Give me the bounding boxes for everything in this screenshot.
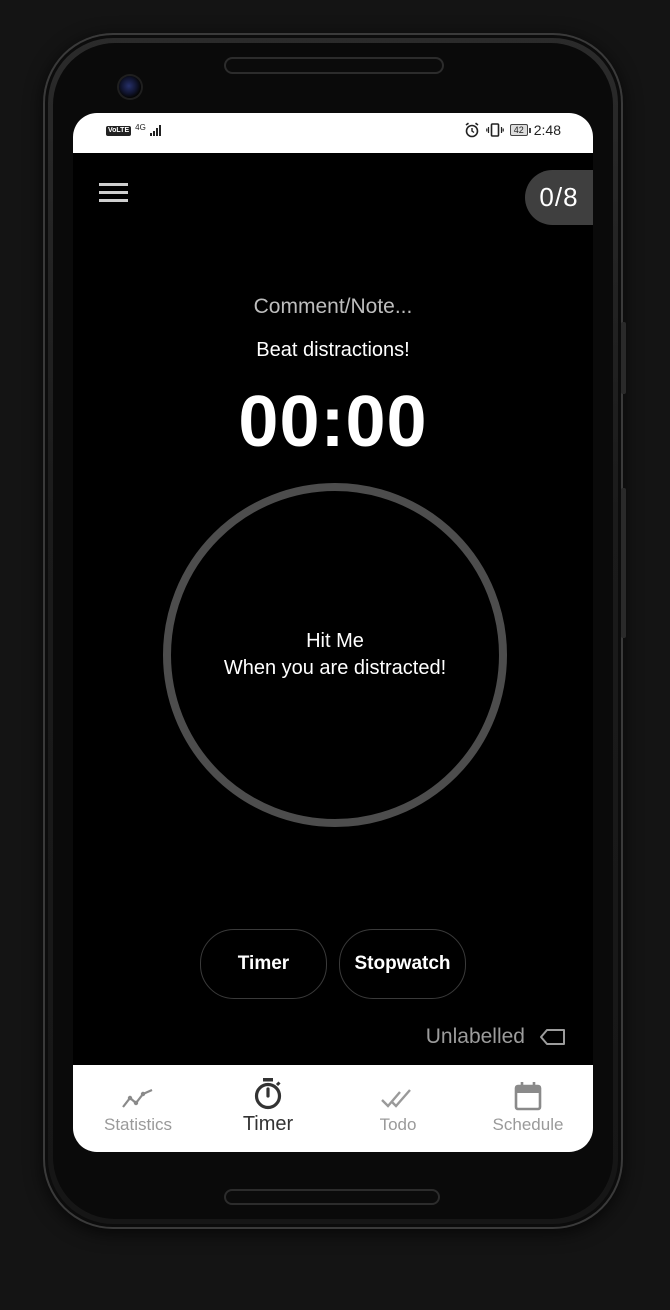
double-check-icon — [381, 1089, 411, 1108]
trend-line-icon — [122, 1088, 153, 1108]
hit-me-button[interactable]: Hit Me When you are distracted! — [163, 483, 507, 827]
calendar-icon — [514, 1082, 542, 1111]
volume-button — [621, 322, 626, 394]
hit-me-title: Hit Me — [306, 630, 364, 652]
comment-input[interactable]: Comment/Note... — [73, 295, 593, 319]
timer-display[interactable]: 00:00 — [73, 381, 593, 463]
status-right: 42 2:48 — [464, 122, 561, 138]
nav-schedule[interactable]: Schedule — [463, 1065, 593, 1152]
nav-timer-label: Timer — [242, 1113, 294, 1135]
nav-todo[interactable]: Todo — [333, 1065, 463, 1152]
menu-icon[interactable] — [99, 183, 129, 205]
tag-icon — [540, 1029, 565, 1045]
battery-icon: 42 — [509, 124, 531, 136]
label-text: Unlabelled — [425, 1025, 525, 1048]
nav-todo-label: Todo — [379, 1115, 417, 1134]
nav-schedule-label: Schedule — [492, 1115, 564, 1134]
hit-me-subtitle: When you are distracted! — [223, 657, 447, 679]
stopwatch-mode-button[interactable]: Stopwatch — [339, 929, 466, 999]
nav-statistics-label: Statistics — [103, 1115, 173, 1134]
label-selector[interactable]: Unlabelled — [426, 1025, 567, 1049]
distraction-counter-badge[interactable]: 0/8 — [525, 170, 593, 225]
stopwatch-icon — [254, 1078, 282, 1110]
motto-text: Beat distractions! — [256, 339, 410, 361]
bottom-speaker — [226, 1191, 438, 1203]
alarm-icon — [465, 122, 479, 138]
app-screen: VoLTE 4G 42 2:48 0/8 Comment/Note... Bea… — [73, 113, 593, 1152]
status-time: 2:48 — [533, 122, 561, 138]
nav-timer[interactable]: Timer — [203, 1065, 333, 1152]
vibrate-icon — [485, 123, 504, 137]
front-camera — [119, 76, 141, 98]
status-bar: VoLTE 4G 42 2:48 — [73, 113, 593, 153]
network-type: 4G — [135, 123, 146, 132]
nav-statistics[interactable]: Statistics — [73, 1065, 203, 1152]
volte-badge: VoLTE — [106, 126, 132, 136]
bottom-navigation: Statistics Timer Todo Schedule — [73, 1065, 593, 1152]
power-button — [621, 488, 626, 638]
timer-mode-button[interactable]: Timer — [200, 929, 327, 999]
status-left: VoLTE 4G — [106, 124, 161, 136]
earpiece-speaker — [226, 59, 442, 72]
signal-icon — [149, 124, 161, 136]
